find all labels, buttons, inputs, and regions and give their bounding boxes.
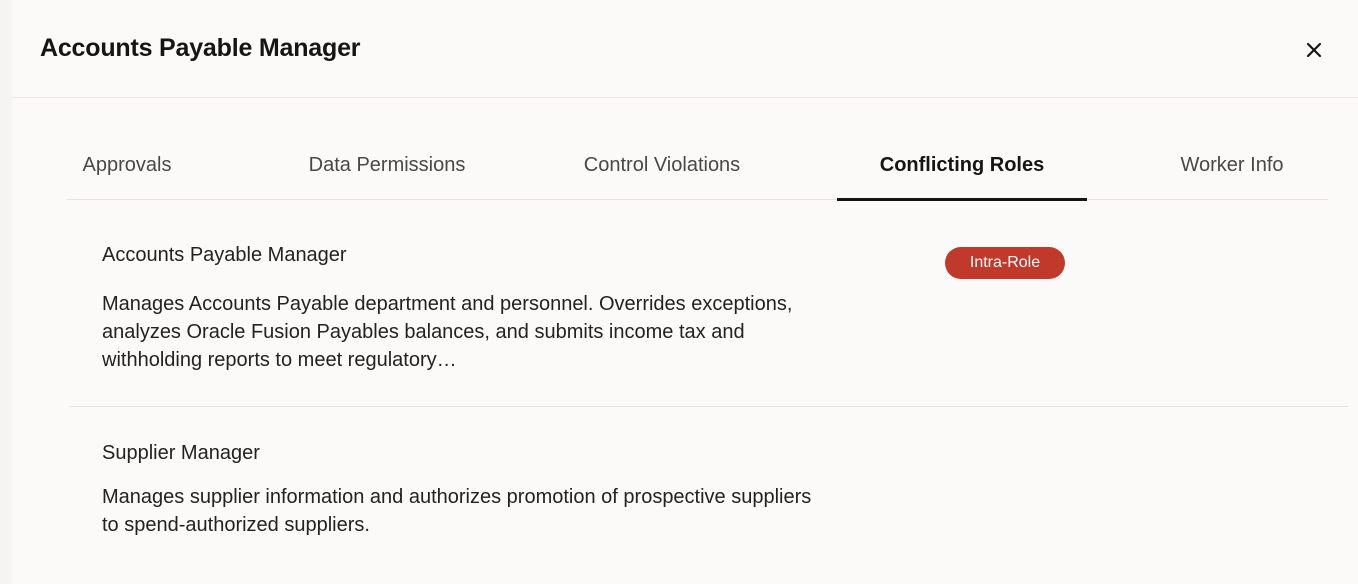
tab-conflicting-roles[interactable]: Conflicting Roles bbox=[837, 130, 1087, 201]
tab-data-permissions[interactable]: Data Permissions bbox=[287, 130, 487, 200]
dialog-title: Accounts Payable Manager bbox=[40, 34, 361, 62]
tab-approvals[interactable]: Approvals bbox=[67, 130, 187, 200]
role-details-dialog: Accounts Payable Manager Approvals Data … bbox=[12, 0, 1358, 584]
list-item[interactable]: Supplier Manager Manages supplier inform… bbox=[70, 407, 1348, 584]
dialog-header: Accounts Payable Manager bbox=[12, 0, 1358, 98]
tab-worker-info[interactable]: Worker Info bbox=[1162, 130, 1302, 200]
role-description: Manages Accounts Payable department and … bbox=[102, 293, 793, 371]
list-item[interactable]: Accounts Payable Manager Manages Account… bbox=[70, 200, 1348, 407]
conflict-type-badge: Intra-Role bbox=[945, 247, 1065, 279]
tab-bar: Approvals Data Permissions Control Viola… bbox=[67, 130, 1328, 201]
tab-control-violations[interactable]: Control Violations bbox=[557, 130, 767, 200]
close-button[interactable] bbox=[1294, 30, 1334, 70]
role-name: Accounts Payable Manager bbox=[102, 244, 347, 266]
close-icon bbox=[1306, 42, 1322, 58]
role-name: Supplier Manager bbox=[102, 442, 260, 464]
role-description: Manages supplier information and authori… bbox=[102, 486, 812, 536]
